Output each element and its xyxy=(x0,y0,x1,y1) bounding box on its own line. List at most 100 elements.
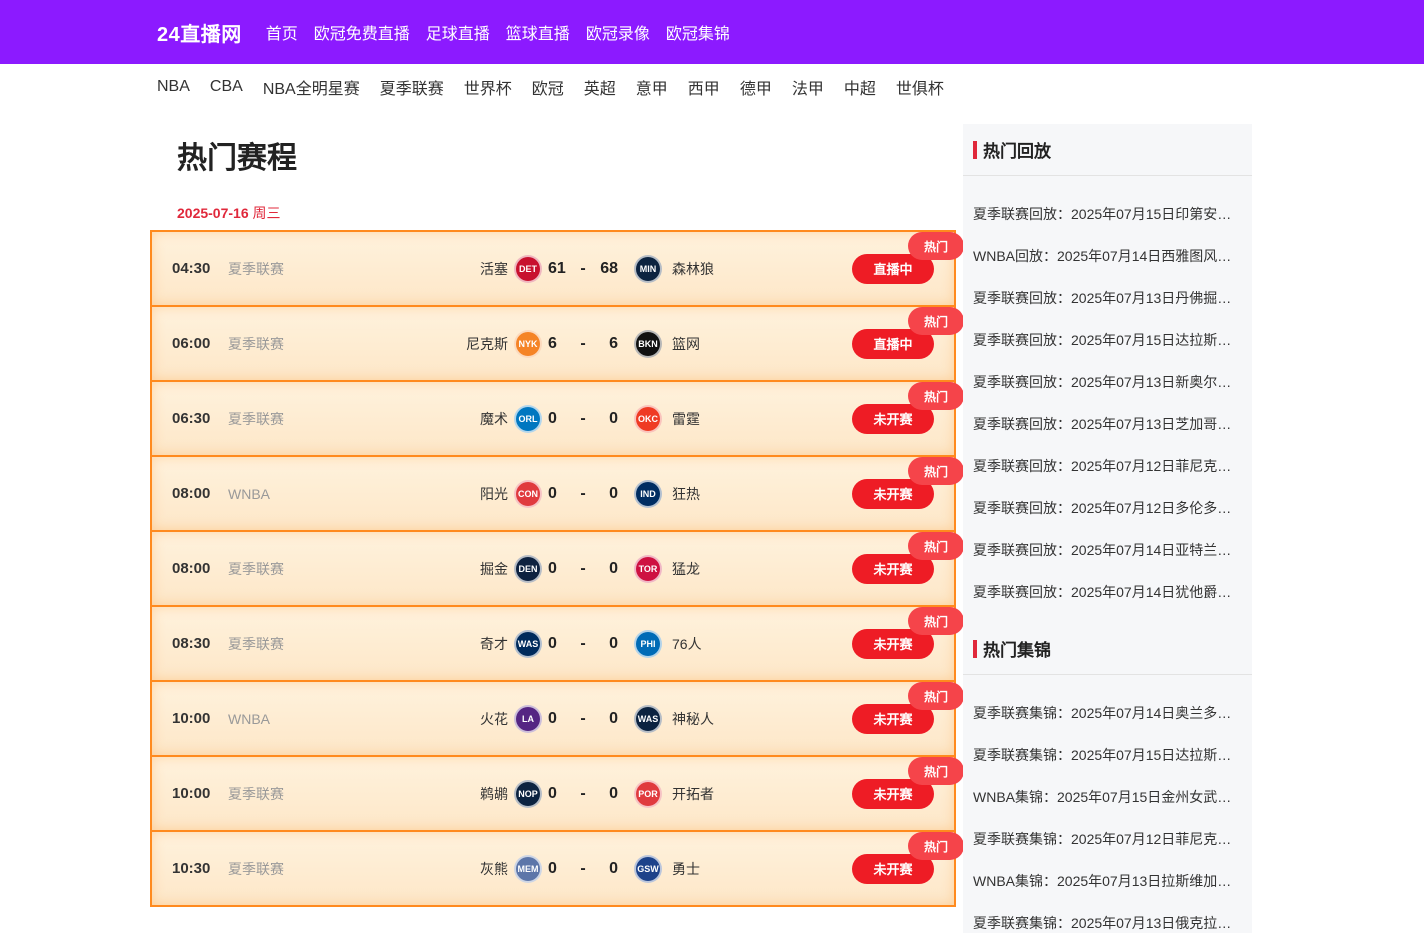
away-team[interactable]: PHI 76人 xyxy=(634,629,702,658)
match-score: 61 - 68 xyxy=(548,260,618,278)
home-team[interactable]: 火花 LA xyxy=(480,704,542,733)
replay-link[interactable]: 夏季联赛回放：2025年07月15日印第安纳步行者vs xyxy=(963,193,1243,235)
match-score: 0 - 0 xyxy=(548,485,618,503)
site-logo[interactable]: 24直播网 xyxy=(157,18,242,47)
league-ucl[interactable]: 欧冠 xyxy=(532,75,564,99)
nav-ucl-live[interactable]: 欧冠免费直播 xyxy=(314,20,410,44)
home-score: 61 xyxy=(548,259,566,277)
away-team-name: 76人 xyxy=(672,635,702,652)
match-row[interactable]: 06:30 夏季联赛 魔术 ORL 0 - 0 OKC 雷霆 未开赛 热门 xyxy=(150,380,964,455)
replay-link[interactable]: WNBA回放：2025年07月14日西雅图风暴vs xyxy=(963,235,1243,277)
replay-link[interactable]: 夏季联赛回放：2025年07月13日新奥尔良鹈鹕vs xyxy=(963,361,1243,403)
league-worldcup[interactable]: 世界杯 xyxy=(464,75,512,99)
match-score: 6 - 6 xyxy=(548,335,618,353)
away-score: 6 xyxy=(609,334,618,352)
home-team[interactable]: 活塞 DET xyxy=(480,254,542,283)
match-time: 06:00 xyxy=(172,335,211,352)
home-team[interactable]: 灰熊 MEM xyxy=(480,854,542,883)
hot-badge: 热门 xyxy=(908,757,964,785)
match-row[interactable]: 06:00 夏季联赛 尼克斯 NYK 6 - 6 BKN 篮网 直播中 热门 xyxy=(150,305,964,380)
replay-link[interactable]: 夏季联赛回放：2025年07月15日达拉斯独行侠vs xyxy=(963,319,1243,361)
home-score: 0 xyxy=(548,859,557,877)
away-team[interactable]: OKC 雷霆 xyxy=(634,404,700,433)
nav-ucl-replay[interactable]: 欧冠录像 xyxy=(586,20,650,44)
home-team[interactable]: 尼克斯 NYK xyxy=(466,329,542,358)
match-score: 0 - 0 xyxy=(548,560,618,578)
league-nba-allstar[interactable]: NBA全明星赛 xyxy=(263,75,360,99)
replay-link[interactable]: 夏季联赛回放：2025年07月13日丹佛掘金vs xyxy=(963,277,1243,319)
away-team-logo-icon: IND xyxy=(634,479,662,508)
away-team-logo-icon: OKC xyxy=(634,404,662,433)
highlight-link[interactable]: 夏季联赛集锦：2025年07月14日奥兰多魔术vs xyxy=(963,692,1243,734)
highlight-link[interactable]: 夏季联赛集锦：2025年07月12日菲尼克斯太阳vs xyxy=(963,818,1243,860)
away-team[interactable]: WAS 神秘人 xyxy=(634,704,714,733)
page-title: 热门赛程 xyxy=(177,142,297,175)
home-team[interactable]: 阳光 CON xyxy=(480,479,542,508)
league-laliga[interactable]: 西甲 xyxy=(688,75,720,99)
away-team[interactable]: IND 狂热 xyxy=(634,479,700,508)
away-team[interactable]: BKN 篮网 xyxy=(634,329,700,358)
nav-ucl-highlights[interactable]: 欧冠集锦 xyxy=(666,20,730,44)
nav-basketball-live[interactable]: 篮球直播 xyxy=(506,20,570,44)
match-score: 0 - 0 xyxy=(548,860,618,878)
match-league: 夏季联赛 xyxy=(228,410,284,427)
match-row[interactable]: 04:30 夏季联赛 活塞 DET 61 - 68 MIN 森林狼 直播中 热门 xyxy=(150,230,964,305)
section-marker xyxy=(973,639,977,658)
highlight-link[interactable]: WNBA集锦：2025年07月15日金州女武神vs xyxy=(963,776,1243,818)
match-score: 0 - 0 xyxy=(548,785,618,803)
home-team[interactable]: 奇才 WAS xyxy=(480,629,542,658)
home-team-logo-icon: CON xyxy=(514,479,542,508)
hot-badge: 热门 xyxy=(908,382,964,410)
match-row[interactable]: 08:00 夏季联赛 掘金 DEN 0 - 0 TOR 猛龙 未开赛 热门 xyxy=(150,530,964,605)
match-time: 08:00 xyxy=(172,560,211,577)
match-row[interactable]: 08:00 WNBA 阳光 CON 0 - 0 IND 狂热 未开赛 热门 xyxy=(150,455,964,530)
nav-home[interactable]: 首页 xyxy=(266,20,298,44)
score-separator: - xyxy=(580,784,586,802)
league-summer[interactable]: 夏季联赛 xyxy=(380,75,444,99)
replay-link[interactable]: 夏季联赛回放：2025年07月14日亚特兰大老鹰vs xyxy=(963,529,1243,571)
away-team[interactable]: GSW 勇士 xyxy=(634,854,700,883)
match-row[interactable]: 10:00 WNBA 火花 LA 0 - 0 WAS 神秘人 未开赛 热门 xyxy=(150,680,964,755)
home-team-name: 灰熊 xyxy=(480,860,508,877)
league-bundesliga[interactable]: 德甲 xyxy=(740,75,772,99)
match-row[interactable]: 10:00 夏季联赛 鹈鹕 NOP 0 - 0 POR 开拓者 未开赛 热门 xyxy=(150,755,964,830)
away-team[interactable]: TOR 猛龙 xyxy=(634,554,700,583)
home-team-logo-icon: WAS xyxy=(514,629,542,658)
away-score: 0 xyxy=(609,709,618,727)
league-csl[interactable]: 中超 xyxy=(844,75,876,99)
home-team[interactable]: 鹈鹕 NOP xyxy=(480,779,542,808)
highlight-title: 热门集锦 xyxy=(983,641,1051,660)
league-nba[interactable]: NBA xyxy=(157,78,190,96)
hot-badge: 热门 xyxy=(908,232,964,260)
away-team[interactable]: MIN 森林狼 xyxy=(634,254,714,283)
hot-badge: 热门 xyxy=(908,607,964,635)
away-team-name: 开拓者 xyxy=(672,785,714,802)
league-club-wc[interactable]: 世俱杯 xyxy=(896,75,944,99)
match-row[interactable]: 10:30 夏季联赛 灰熊 MEM 0 - 0 GSW 勇士 未开赛 热门 xyxy=(150,830,964,907)
replay-link[interactable]: 夏季联赛回放：2025年07月12日菲尼克斯太阳vs xyxy=(963,445,1243,487)
highlight-link[interactable]: 夏季联赛集锦：2025年07月15日达拉斯独行侠vs xyxy=(963,734,1243,776)
highlight-link[interactable]: 夏季联赛集锦：2025年07月13日俄克拉荷马雷霆vs xyxy=(963,902,1243,944)
home-team-logo-icon: LA xyxy=(514,704,542,733)
league-epl[interactable]: 英超 xyxy=(584,75,616,99)
top-header: 24直播网 首页 欧冠免费直播 足球直播 篮球直播 欧冠录像 欧冠集锦 xyxy=(0,0,1424,64)
league-ligue1[interactable]: 法甲 xyxy=(792,75,824,99)
home-team[interactable]: 掘金 DEN xyxy=(480,554,542,583)
home-team-name: 阳光 xyxy=(480,485,508,502)
highlight-link[interactable]: WNBA集锦：2025年07月13日拉斯维加斯王牌vs xyxy=(963,860,1243,902)
schedule-date: 2025-07-16 周三 xyxy=(177,204,956,222)
league-cba[interactable]: CBA xyxy=(210,78,243,96)
away-team-logo-icon: POR xyxy=(634,779,662,808)
away-team[interactable]: POR 开拓者 xyxy=(634,779,714,808)
home-team-name: 尼克斯 xyxy=(466,335,508,352)
replay-link[interactable]: 夏季联赛回放：2025年07月13日芝加哥公牛vs xyxy=(963,403,1243,445)
hot-badge: 热门 xyxy=(908,532,964,560)
replay-link[interactable]: 夏季联赛回放：2025年07月12日多伦多猛龙vs xyxy=(963,487,1243,529)
home-team[interactable]: 魔术 ORL xyxy=(480,404,542,433)
away-team-logo-icon: MIN xyxy=(634,254,662,283)
replay-link[interactable]: 夏季联赛回放：2025年07月14日犹他爵士vs xyxy=(963,571,1243,613)
date-text: 2025-07-16 xyxy=(177,205,249,221)
nav-football-live[interactable]: 足球直播 xyxy=(426,20,490,44)
league-seriea[interactable]: 意甲 xyxy=(636,75,668,99)
match-row[interactable]: 08:30 夏季联赛 奇才 WAS 0 - 0 PHI 76人 未开赛 热门 xyxy=(150,605,964,680)
